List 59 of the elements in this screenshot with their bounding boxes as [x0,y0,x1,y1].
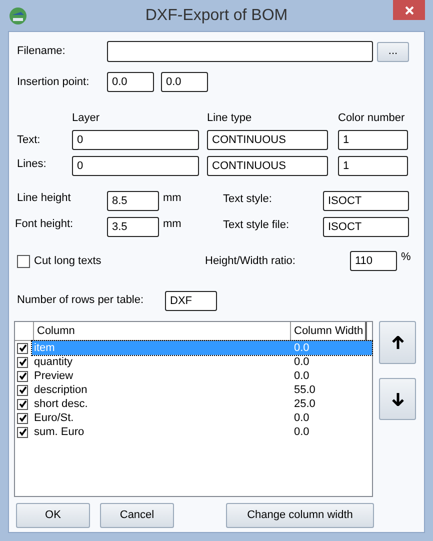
button[interactable]: OK [16,503,90,528]
input-field[interactable]: 0 [72,130,199,150]
column-header: Color number [338,112,405,124]
browse-button[interactable]: ... [377,42,409,62]
field-label: % [401,250,411,263]
button[interactable]: Cancel [100,503,174,528]
move-up-button[interactable] [379,321,416,364]
field-label: Filename: [17,45,66,58]
close-icon [404,6,414,14]
input-field[interactable]: 8.5 [107,191,159,211]
input-field[interactable]: ISOCT [323,191,409,211]
field-label: Number of rows per table: [17,294,144,306]
input-field[interactable]: 0.0 [161,72,208,92]
close-button[interactable] [393,0,425,20]
input-field[interactable]: 1 [338,130,408,150]
checkbox[interactable] [17,384,28,396]
list-row[interactable]: quantity 0.0 [32,355,372,369]
list-row[interactable]: Preview 0.0 [32,369,372,383]
checkbox[interactable] [17,412,28,424]
button[interactable]: Change column width [226,503,374,528]
window-title: DXF-Export of BOM [145,6,288,26]
column-list[interactable]: Column Column Width item 0.0 quantity 0.0 Preview 0.0 description 55.0 short desc. 25.0 Euro/St. 0.0 sum. Euro 0.0 [14,321,373,497]
input-field[interactable]: 1 [338,156,408,176]
column-header: Line type [207,112,252,124]
field-label: mm [163,192,182,204]
input-field[interactable]: 110 [350,251,397,271]
column-header: Layer [72,112,100,124]
list-row[interactable]: description 55.0 [32,383,372,397]
list-row[interactable]: sum. Euro 0.0 [32,425,372,439]
input-field[interactable]: 0.0 [107,72,154,92]
field-label: Line height [17,192,71,204]
arrow-down-icon [392,392,404,406]
checkbox[interactable] [17,356,28,368]
checkbox[interactable] [17,342,28,354]
field-label: Lines: [17,158,46,170]
checkbox[interactable] [17,254,30,268]
input-field[interactable]: 0 [72,156,199,176]
list-row[interactable]: Euro/St. 0.0 [32,411,372,425]
list-row[interactable]: short desc. 25.0 [32,397,372,411]
input-field[interactable] [107,41,373,62]
field-label: Text style file: [223,218,290,231]
app-icon [9,7,27,25]
field-label: Text style: [223,192,272,205]
field-label: Font height: [15,218,74,230]
field-label: Insertion point: [17,76,90,88]
input-field[interactable]: ISOCT [323,217,409,237]
arrow-up-icon [392,336,404,350]
checkbox[interactable] [17,398,28,410]
field-label: Height/Width ratio: [205,254,296,267]
input-field[interactable]: CONTINUOUS [207,130,328,150]
checkbox[interactable] [17,426,28,438]
move-down-button[interactable] [379,378,416,420]
input-field[interactable]: CONTINUOUS [207,156,328,176]
field-label: Text: [17,134,40,146]
checkbox[interactable] [17,370,28,382]
checkbox-label: Cut long texts [34,254,102,267]
input-field[interactable]: 3.5 [107,217,159,237]
input-field[interactable]: DXF [165,291,217,311]
field-label: mm [163,218,182,230]
